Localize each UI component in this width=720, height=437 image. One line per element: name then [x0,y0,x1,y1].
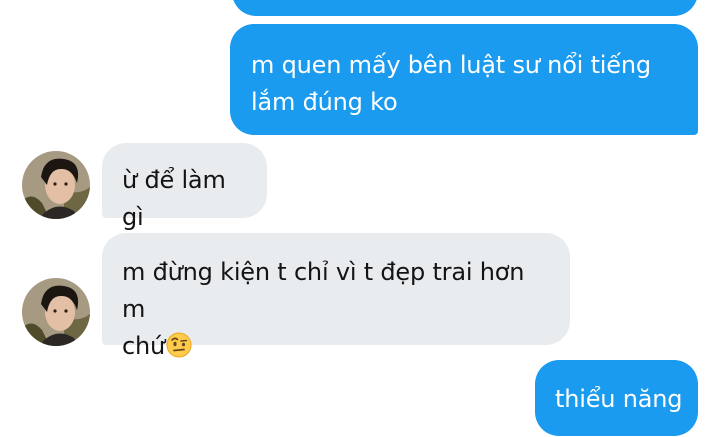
incoming-message-bubble[interactable]: ừ để làm gì [102,143,267,231]
incoming-message-bubble[interactable]: m đừng kiện t chỉ vì t đẹp trai hơn m ch… [102,233,570,360]
message-line: m đừng kiện t chỉ vì t đẹp trai hơn m [122,258,525,323]
outgoing-message-bubble[interactable]: m quen mấy bên luật sư nổi tiếng lắm đún… [230,24,698,135]
previous-outgoing-bubble[interactable] [232,0,698,16]
message-line: chứ [122,328,550,365]
message-line: lắm đúng ko [251,88,398,116]
contact-avatar[interactable] [22,278,90,346]
outgoing-message-bubble[interactable]: thiểu năng [535,360,698,436]
raised-eyebrow-emoji-icon [166,332,192,358]
message-line: ừ để làm gì [122,166,226,231]
contact-avatar[interactable] [22,151,90,219]
message-line: thiểu năng [555,385,683,413]
message-line: m quen mấy bên luật sư nổi tiếng [251,51,651,79]
